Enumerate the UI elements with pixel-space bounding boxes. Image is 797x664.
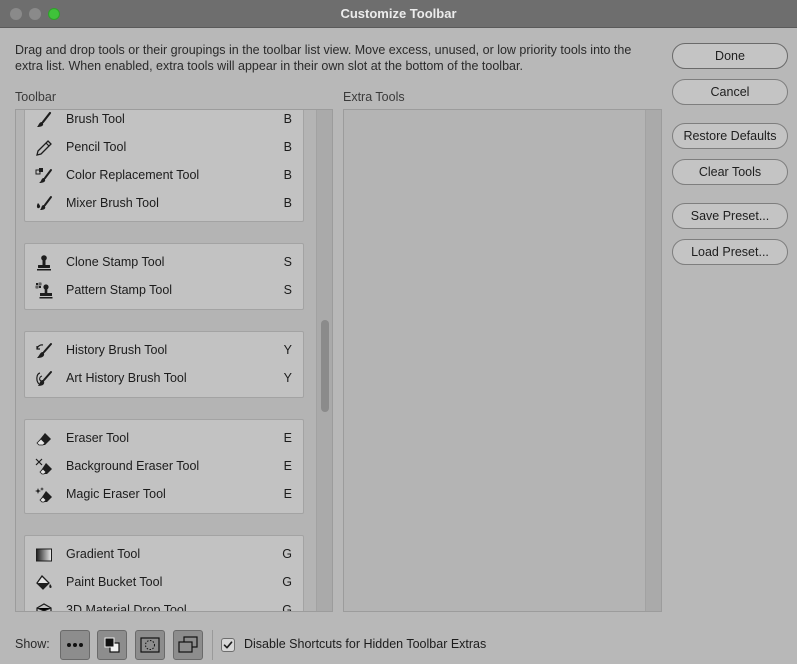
tool-name: History Brush Tool xyxy=(66,343,168,357)
tool-shortcut: S xyxy=(283,283,292,297)
pencil-icon xyxy=(36,140,52,156)
tool-name: Gradient Tool xyxy=(66,547,141,561)
disable-shortcuts-label[interactable]: Disable Shortcuts for Hidden Toolbar Ext… xyxy=(244,637,486,651)
tool-name: Art History Brush Tool xyxy=(66,371,187,385)
magic-eraser-icon xyxy=(35,487,52,503)
history-brush-icon xyxy=(36,343,52,358)
tool-group-gradient[interactable]: Gradient Tool G Paint Bucket Tool G 3D M… xyxy=(24,535,305,612)
show-more-button[interactable] xyxy=(60,630,90,660)
window-title: Customize Toolbar xyxy=(340,6,457,21)
tool-shortcut: B xyxy=(283,112,292,126)
tool-item[interactable]: Magic Eraser Tool E xyxy=(25,481,305,509)
tool-name: Clone Stamp Tool xyxy=(66,255,165,269)
extra-tools-scrollbar[interactable] xyxy=(645,110,661,611)
pattern-stamp-icon xyxy=(35,282,53,299)
tool-item[interactable]: History Brush Tool Y xyxy=(25,337,305,365)
tool-item[interactable]: Color Replacement Tool B xyxy=(25,162,305,190)
tool-shortcut: E xyxy=(283,459,292,473)
show-quick-mask-button[interactable] xyxy=(135,630,165,660)
art-history-brush-icon xyxy=(36,371,52,386)
toolbar-list-scrollbar-thumb[interactable] xyxy=(321,320,329,412)
tool-item[interactable]: Brush Tool B xyxy=(25,110,305,134)
tool-item[interactable]: Paint Bucket Tool G xyxy=(25,569,305,597)
clear-tools-button[interactable]: Clear Tools xyxy=(672,159,788,185)
tool-name: Magic Eraser Tool xyxy=(66,487,166,501)
show-label: Show: xyxy=(15,637,50,651)
tool-name: Eraser Tool xyxy=(66,431,129,445)
toolbar-list-scrollbar[interactable] xyxy=(316,110,332,611)
tool-shortcut: B xyxy=(283,196,292,210)
save-preset-button[interactable]: Save Preset... xyxy=(672,203,788,229)
mixer-brush-icon xyxy=(36,196,52,210)
restore-defaults-button[interactable]: Restore Defaults xyxy=(672,123,788,149)
tool-item[interactable]: Eraser Tool E xyxy=(25,425,305,453)
tool-group-eraser[interactable]: Eraser Tool E Background Eraser Tool E M… xyxy=(24,419,304,514)
tool-item[interactable]: Mixer Brush Tool B xyxy=(25,190,305,218)
tool-name: Pencil Tool xyxy=(66,140,127,154)
cancel-button[interactable]: Cancel xyxy=(672,79,788,105)
brush-icon xyxy=(37,111,52,127)
tool-shortcut: Y xyxy=(283,371,292,385)
quick-mask-icon xyxy=(140,637,160,653)
color-replacement-icon xyxy=(35,168,52,183)
extra-tools-list[interactable] xyxy=(343,109,662,612)
tool-name: Pattern Stamp Tool xyxy=(66,283,173,297)
tool-group-brush[interactable]: Brush Tool B Pencil Tool B Color Replace… xyxy=(24,110,305,222)
tool-item[interactable]: Clone Stamp Tool S xyxy=(25,249,305,277)
tool-name: Color Replacement Tool xyxy=(66,168,200,182)
checkmark-icon xyxy=(223,641,233,649)
tool-shortcut: G xyxy=(282,547,292,561)
tool-shortcut: S xyxy=(283,255,292,269)
extra-tools-label: Extra Tools xyxy=(343,90,405,104)
bottom-separator xyxy=(212,630,213,660)
clone-stamp-icon xyxy=(37,255,51,271)
disable-shortcuts-checkbox[interactable] xyxy=(221,638,235,652)
more-icon xyxy=(67,643,83,647)
tool-item[interactable]: Background Eraser Tool E xyxy=(25,453,305,481)
toolbar-list-label: Toolbar xyxy=(15,90,56,104)
show-colors-button[interactable] xyxy=(97,630,127,660)
tool-name: 3D Material Drop Tool xyxy=(66,603,187,612)
done-button[interactable]: Done xyxy=(672,43,788,69)
load-preset-button[interactable]: Load Preset... xyxy=(672,239,788,265)
tool-shortcut: G xyxy=(282,603,292,612)
tool-shortcut: E xyxy=(283,487,292,501)
tool-shortcut: B xyxy=(283,168,292,182)
tool-shortcut: E xyxy=(283,431,292,445)
tool-shortcut: G xyxy=(282,575,292,589)
eraser-icon xyxy=(36,433,51,446)
tool-name: Brush Tool xyxy=(66,112,125,126)
instructions-text: Drag and drop tools or their groupings i… xyxy=(15,43,632,73)
screen-mode-icon xyxy=(178,636,198,653)
tool-item[interactable]: 3D Material Drop Tool G xyxy=(25,597,305,612)
show-screen-mode-button[interactable] xyxy=(173,630,203,660)
tool-name: Mixer Brush Tool xyxy=(66,196,159,210)
tool-shortcut: Y xyxy=(283,343,292,357)
tool-item[interactable]: Gradient Tool G xyxy=(25,541,305,569)
title-bar: Customize Toolbar xyxy=(0,0,797,28)
tool-item[interactable]: Pattern Stamp Tool S xyxy=(25,277,305,305)
tool-item[interactable]: Pencil Tool B xyxy=(25,134,305,162)
tool-name: Paint Bucket Tool xyxy=(66,575,163,589)
material-drop-icon xyxy=(36,603,52,611)
paint-bucket-icon xyxy=(36,574,52,590)
tool-shortcut: B xyxy=(283,140,292,154)
toolbar-list[interactable]: Brush Tool B Pencil Tool B Color Replace… xyxy=(15,109,333,612)
background-eraser-icon xyxy=(35,458,52,475)
tool-group-stamp[interactable]: Clone Stamp Tool S Pattern Stamp Tool S xyxy=(24,243,304,310)
tool-item[interactable]: Art History Brush Tool Y xyxy=(25,365,305,393)
tool-name: Background Eraser Tool xyxy=(66,459,200,473)
gradient-icon xyxy=(36,548,52,562)
tool-group-history[interactable]: History Brush Tool Y Art History Brush T… xyxy=(24,331,304,398)
foreground-background-color-icon xyxy=(104,637,120,653)
